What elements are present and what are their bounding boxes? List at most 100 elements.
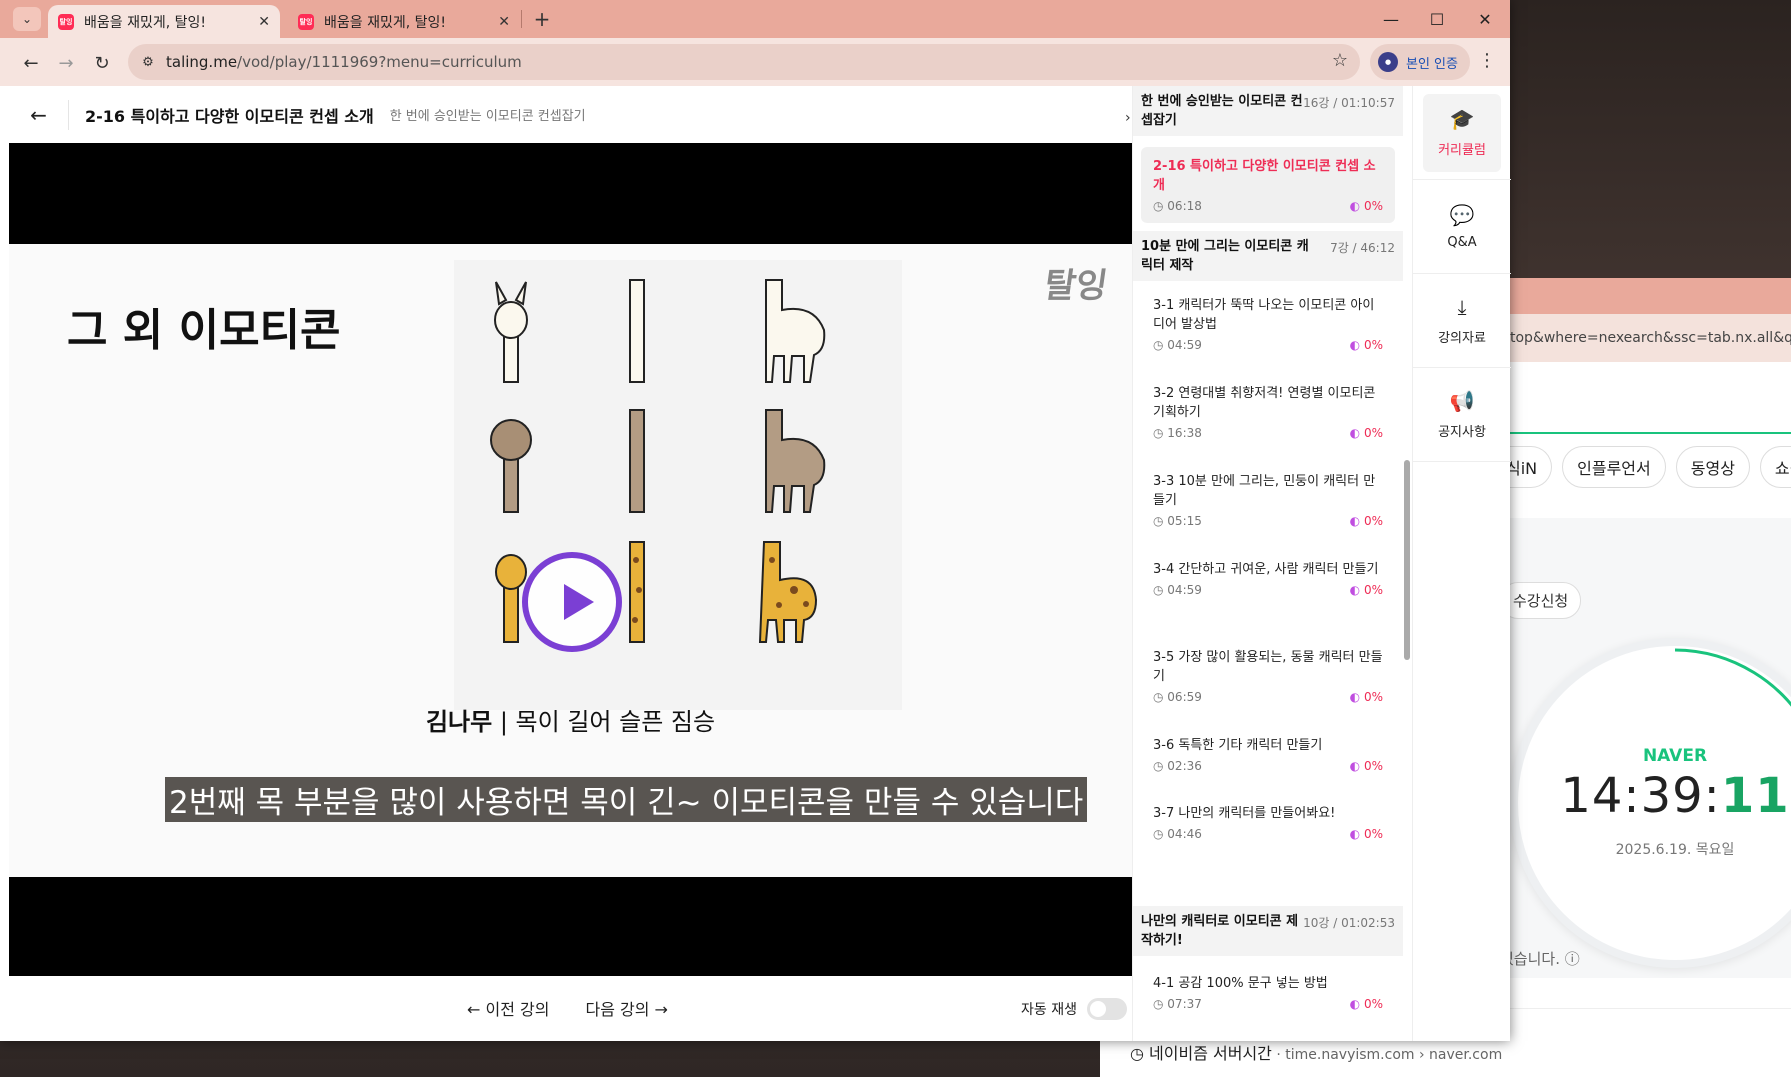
curriculum-section-header[interactable]: 나만의 캐릭터로 이모티콘 제작하기! 10강 / 01:02:53 <box>1133 906 1403 956</box>
clock-hm: 14:39: <box>1560 768 1721 824</box>
item-duration: 16:38 <box>1153 426 1202 440</box>
curriculum-item[interactable]: 3-3 10분 만에 그리는, 민둥이 캐릭터 만들기 05:15 0% <box>1141 462 1395 538</box>
url-host: taling.me <box>166 53 238 71</box>
reload-icon[interactable]: ↻ <box>89 50 115 76</box>
item-progress: 0% <box>1350 759 1383 773</box>
minimize-icon[interactable]: — <box>1368 0 1414 38</box>
item-title: 3-1 캐릭터가 뚝딱 나오는 이모티콘 아이디어 발상법 <box>1153 298 1375 332</box>
autoplay-label: 자동 재생 <box>1021 1002 1077 1018</box>
emoticon-illustration <box>454 260 902 710</box>
item-progress: 0% <box>1350 514 1383 528</box>
bg-note: 있습니다. ⓘ <box>1500 950 1580 968</box>
caption-author: 김나무 <box>425 708 493 736</box>
item-progress: 0% <box>1350 827 1383 841</box>
bg-register-button[interactable]: 수강신청 <box>1500 582 1582 619</box>
section-title: 10분 만에 그리는 이모티콘 캐릭터 제작 <box>1141 239 1309 273</box>
side-menu-label: 공지사항 <box>1438 425 1486 440</box>
autoplay-control: 자동 재생 <box>1021 998 1127 1020</box>
bg-chip-shopping[interactable]: 쇼핑 <box>1759 446 1791 488</box>
close-tab-icon[interactable]: ✕ <box>258 14 270 30</box>
maximize-icon[interactable]: ☐ <box>1414 0 1460 38</box>
back-arrow-icon[interactable]: ← <box>9 99 69 130</box>
clock-time: 14:39:11 <box>1518 768 1791 824</box>
item-title: 3-5 가장 많이 활용되는, 동물 캐릭터 만들기 <box>1153 650 1383 684</box>
taling-favicon-icon: 탈잉 <box>58 13 74 30</box>
item-duration: 04:59 <box>1153 338 1202 352</box>
clock-brand: NAVER <box>1642 746 1708 766</box>
curriculum-item[interactable]: 3-5 가장 많이 활용되는, 동물 캐릭터 만들기 06:59 0% <box>1141 638 1395 714</box>
side-menu: 🎓 커리큘럼 💬 Q&A ⤓ 강의자료 📢 공지사항 <box>1412 86 1511 1041</box>
chevron-down-icon[interactable]: ⌄ <box>13 7 41 31</box>
video-player[interactable]: 그 외 이모티콘 탈잉 김나무 | 목이 길어 슬픈 짐승 2번째 목 부분을 … <box>9 143 1132 976</box>
scrollbar-thumb[interactable] <box>1404 460 1410 660</box>
bg-url-text: top&where=nexearch&ssc=tab.nx.all&query <box>1510 330 1791 346</box>
back-icon[interactable]: ← <box>18 50 44 76</box>
curriculum-item[interactable]: 4-1 공감 100% 문구 넣는 방법 07:37 0% <box>1141 964 1395 1021</box>
close-tab-icon[interactable]: ✕ <box>498 14 510 30</box>
tab-strip: ⌄ 탈잉 배움을 재밌게, 탈잉! ✕ 탈잉 배움을 재밌게, 탈잉! ✕ + … <box>0 0 1510 38</box>
curriculum-item-current[interactable]: 2-16 특이하고 다양한 이모티콘 컨셉 소개 06:18 0% <box>1141 147 1395 223</box>
server-clock: NAVER 14:39:11 2025.6.19. 목요일 <box>1510 638 1791 968</box>
item-title: 3-2 연령대별 취향저격! 연령별 이모티콘 기획하기 <box>1153 386 1376 420</box>
item-progress: 0% <box>1350 583 1383 597</box>
megaphone-icon: 📢 <box>1449 389 1475 413</box>
slide-title: 그 외 이모티콘 <box>67 305 341 356</box>
item-progress: 0% <box>1350 690 1383 704</box>
menu-kebab-icon[interactable]: ⋮ <box>1478 50 1496 71</box>
curriculum-item[interactable]: 3-1 캐릭터가 뚝딱 나오는 이모티콘 아이디어 발상법 04:59 0% <box>1141 286 1395 362</box>
curriculum-scrollbar[interactable] <box>1402 86 1412 1041</box>
slide-caption: 김나무 | 목이 길어 슬픈 짐승 <box>9 702 1132 737</box>
side-menu-qna[interactable]: 💬 Q&A <box>1413 180 1511 274</box>
section-meta: 7강 / 46:12 <box>1330 241 1395 255</box>
autoplay-toggle[interactable] <box>1086 998 1127 1020</box>
lesson-header: ← 2-16 특이하고 다양한 이모티콘 컨셉 소개 한 번에 승인받는 이모티… <box>9 86 1132 143</box>
curriculum-item[interactable]: 3-6 독특한 기타 캐릭터 만들기 02:36 0% <box>1141 726 1395 783</box>
item-duration: 06:18 <box>1153 199 1202 213</box>
section-meta: 10강 / 01:02:53 <box>1303 916 1395 930</box>
caption-text: | 목이 길어 슬픈 짐승 <box>492 708 716 736</box>
profile-avatar-icon: ● <box>1378 52 1398 72</box>
item-progress: 0% <box>1350 997 1383 1011</box>
tab-title: 배움을 재밌게, 탈잉! <box>324 14 447 31</box>
video-subtitle: 2번째 목 부분을 많이 사용하면 목이 긴~ 이모티콘을 만들 수 있습니다 <box>165 777 1088 822</box>
bg-result-crumb: · time.navyism.com › naver.com <box>1271 1047 1503 1063</box>
tab-active[interactable]: 탈잉 배움을 재밌게, 탈잉! ✕ <box>48 5 280 38</box>
bg-search-tabs: 식iN 인플루언서 동영상 쇼핑 <box>1500 446 1791 488</box>
section-title: 한 번에 승인받는 이모티콘 컨셉잡기 <box>1141 94 1303 128</box>
bg-chip-video[interactable]: 동영상 <box>1675 446 1750 488</box>
curriculum-section-header[interactable]: 한 번에 승인받는 이모티콘 컨셉잡기 16강 / 01:10:57 <box>1133 86 1403 136</box>
chapter-title: 한 번에 승인받는 이모티콘 컨셉잡기 <box>389 109 586 124</box>
slide-watermark-logo: 탈잉 <box>1041 266 1110 306</box>
verify-button[interactable]: ● 본인 인증 <box>1370 44 1470 80</box>
new-tab-icon[interactable]: + <box>530 7 554 31</box>
bg-chip-influencer[interactable]: 인플루언서 <box>1562 446 1666 488</box>
curriculum-item[interactable]: 3-7 나만의 캐릭터를 만들어봐요! 04:46 0% <box>1141 794 1395 851</box>
url-text[interactable]: taling.me/vod/play/1111969?menu=curricul… <box>166 53 522 71</box>
side-menu-notices[interactable]: 📢 공지사항 <box>1413 368 1511 462</box>
item-title: 3-7 나만의 캐릭터를 만들어봐요! <box>1153 806 1336 821</box>
side-menu-curriculum[interactable]: 🎓 커리큘럼 <box>1413 86 1511 180</box>
item-duration: 06:59 <box>1153 690 1202 704</box>
play-icon[interactable] <box>522 552 622 652</box>
side-menu-materials[interactable]: ⤓ 강의자료 <box>1413 274 1511 368</box>
url-path: /vod/play/1111969?menu=curriculum <box>237 53 522 71</box>
address-bar[interactable]: ⚙ taling.me/vod/play/1111969?menu=curric… <box>128 44 1360 80</box>
site-info-icon[interactable]: ⚙ <box>138 52 158 72</box>
arrow-left-icon: ← <box>467 1000 486 1019</box>
item-progress: 0% <box>1350 426 1383 440</box>
curriculum-section-header[interactable]: 10분 만에 그리는 이모티콘 캐릭터 제작 7강 / 46:12 <box>1133 231 1403 281</box>
chat-bubble-icon: 💬 <box>1449 203 1475 227</box>
item-title: 4-1 공감 100% 문구 넣는 방법 <box>1153 976 1328 991</box>
curriculum-item[interactable]: 3-4 간단하고 귀여운, 사람 캐릭터 만들기 04:59 0% <box>1141 550 1395 607</box>
tab-inactive[interactable]: 탈잉 배움을 재밌게, 탈잉! ✕ <box>288 5 520 38</box>
next-lesson-button[interactable]: 다음 강의 → <box>585 996 667 1020</box>
close-icon[interactable]: ✕ <box>1462 0 1508 38</box>
side-menu-label: 커리큘럼 <box>1438 143 1486 158</box>
forward-icon[interactable]: → <box>53 50 79 76</box>
prev-lesson-button[interactable]: ← 이전 강의 <box>467 996 549 1020</box>
browser-toolbar: ← → ↻ ⚙ taling.me/vod/play/1111969?menu=… <box>0 38 1510 86</box>
bg-result-link[interactable]: ◷ 네이비즘 서버시간 · time.navyism.com › naver.c… <box>1130 1040 1502 1064</box>
section-meta: 16강 / 01:10:57 <box>1303 96 1395 110</box>
bookmark-star-icon[interactable]: ☆ <box>1332 50 1348 71</box>
curriculum-item[interactable]: 3-2 연령대별 취향저격! 연령별 이모티콘 기획하기 16:38 0% <box>1141 374 1395 450</box>
